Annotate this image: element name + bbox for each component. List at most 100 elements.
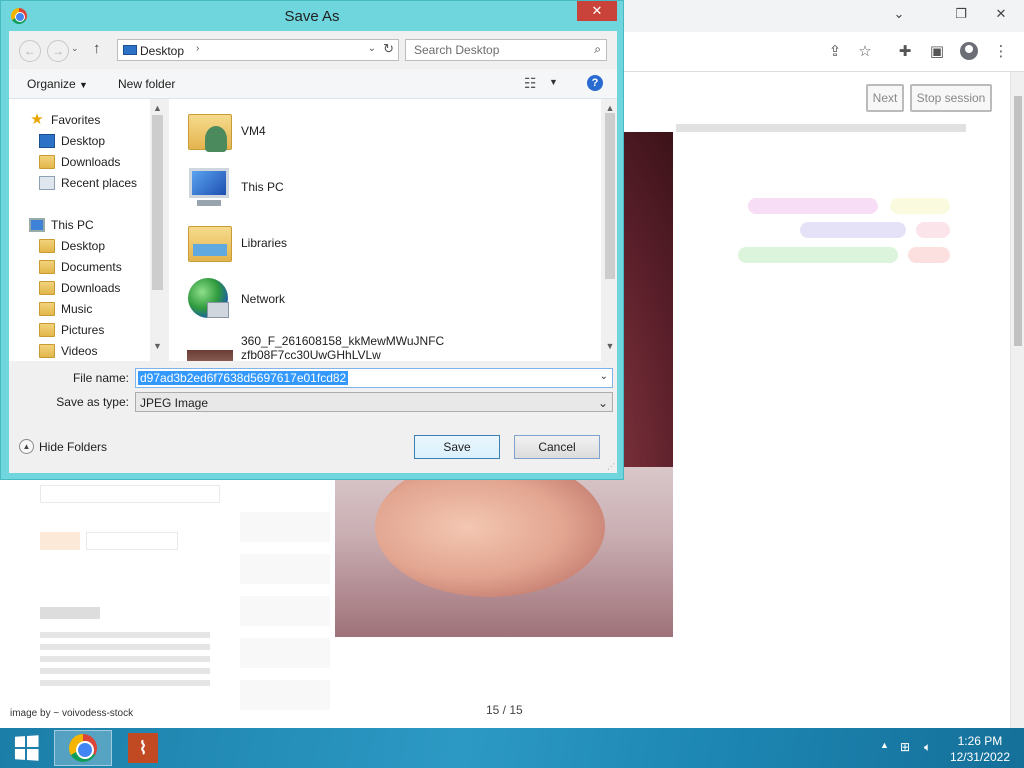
faded-tag bbox=[890, 198, 950, 214]
file-item-this-pc[interactable]: This PC bbox=[185, 160, 585, 214]
nav-item-recent-places[interactable]: Recent places bbox=[9, 172, 149, 193]
search-box[interactable]: ⌕ bbox=[405, 39, 607, 61]
back-arrow-icon[interactable]: ← bbox=[19, 40, 41, 62]
computer-icon bbox=[185, 164, 235, 210]
faded-input bbox=[40, 485, 220, 503]
command-bar: Organize ▼ New folder ☷ ▼ ? bbox=[9, 69, 617, 99]
search-icon[interactable]: ⌕ bbox=[594, 42, 601, 57]
nav-label: Music bbox=[61, 301, 93, 316]
nav-item-music[interactable]: Music bbox=[9, 298, 149, 319]
address-dropdown-icon[interactable]: ⌄ bbox=[368, 43, 376, 54]
faded-tag bbox=[738, 247, 898, 263]
type-dropdown-icon[interactable]: ⌄ bbox=[598, 396, 608, 410]
hide-folders-label: Hide Folders bbox=[39, 439, 108, 454]
faded-tag bbox=[800, 222, 906, 238]
file-item-network[interactable]: Network bbox=[185, 272, 585, 326]
close-window-icon[interactable]: ✕ bbox=[984, 0, 1018, 28]
nav-label: Desktop bbox=[61, 238, 106, 253]
taskbar-chrome[interactable] bbox=[54, 730, 112, 766]
faded-text-line bbox=[676, 124, 966, 132]
nav-item-pictures[interactable]: Pictures bbox=[9, 319, 149, 340]
next-button[interactable]: Next bbox=[866, 84, 904, 112]
address-row: ← → ⌄ ↑ Desktop › ⌄ ↻ ⌕ bbox=[9, 31, 617, 69]
faded-button bbox=[40, 532, 80, 550]
extensions-icon[interactable]: ✚ bbox=[892, 38, 918, 64]
scroll-up-icon[interactable]: ▲ bbox=[150, 101, 165, 115]
dialog-close-button[interactable]: ✕ bbox=[577, 1, 617, 21]
faded-button bbox=[86, 532, 178, 550]
forward-arrow-icon[interactable]: → bbox=[47, 40, 69, 62]
faded-menu bbox=[240, 512, 330, 712]
cancel-button[interactable]: Cancel bbox=[514, 435, 600, 459]
tab-list-chevron-icon[interactable]: ⌄ bbox=[882, 0, 916, 28]
star-icon: ★ bbox=[30, 110, 44, 128]
faded-paragraph bbox=[40, 632, 210, 692]
nav-item-this-pc[interactable]: This PC bbox=[9, 214, 149, 235]
nav-item-favorites[interactable]: ★ Favorites bbox=[9, 109, 149, 130]
organize-label: Organize bbox=[27, 77, 76, 91]
taskbar-app[interactable]: ⌇ bbox=[114, 730, 172, 766]
file-item-libraries[interactable]: Libraries bbox=[185, 216, 585, 270]
nav-label: Pictures bbox=[61, 322, 105, 337]
up-arrow-icon[interactable]: ↑ bbox=[93, 40, 101, 57]
nav-item-downloads[interactable]: Downloads bbox=[9, 151, 149, 172]
save-as-type-select[interactable]: JPEG Image ⌄ bbox=[135, 392, 613, 412]
address-bar[interactable]: Desktop › ⌄ ↻ bbox=[117, 39, 399, 61]
recent-locations-chevron-icon[interactable]: ⌄ bbox=[71, 43, 79, 54]
breadcrumb-chevron-icon[interactable]: › bbox=[196, 43, 199, 54]
dialog-titlebar[interactable]: Save As ✕ bbox=[1, 1, 623, 31]
folder-icon bbox=[39, 238, 55, 253]
dialog-body: ← → ⌄ ↑ Desktop › ⌄ ↻ ⌕ Organize ▼ New f… bbox=[9, 31, 617, 473]
nav-item-videos[interactable]: Videos bbox=[9, 340, 149, 361]
hide-folders-button[interactable]: ▲ Hide Folders bbox=[19, 439, 107, 454]
address-text: Desktop bbox=[140, 44, 185, 58]
nav-label: This PC bbox=[51, 217, 94, 232]
desktop-icon bbox=[39, 133, 55, 148]
nav-item-desktop[interactable]: Desktop bbox=[9, 130, 149, 151]
navigation-pane: ★ Favorites Desktop Downloads Recent plac… bbox=[9, 99, 165, 387]
clock[interactable]: 1:26 PM 12/31/2022 bbox=[950, 733, 1010, 765]
new-folder-button[interactable]: New folder bbox=[118, 77, 175, 91]
nav-item-documents[interactable]: Documents bbox=[9, 256, 149, 277]
scroll-down-icon[interactable]: ▼ bbox=[150, 339, 165, 353]
profile-avatar-icon[interactable] bbox=[956, 38, 982, 64]
faded-tag bbox=[916, 222, 950, 238]
menu-kebab-icon[interactable]: ⋮ bbox=[988, 38, 1014, 64]
nav-item-downloads[interactable]: Downloads bbox=[9, 277, 149, 298]
scrollbar-thumb[interactable] bbox=[605, 113, 615, 279]
file-list-scrollbar[interactable]: ▲ ▼ bbox=[603, 99, 617, 387]
slide-counter: 15 / 15 bbox=[486, 703, 523, 717]
scrollbar-thumb[interactable] bbox=[152, 115, 163, 290]
image-credit: image by ~ voivodess-stock bbox=[10, 708, 134, 719]
organize-menu[interactable]: Organize ▼ bbox=[27, 77, 88, 91]
share-icon[interactable]: ⇪ bbox=[822, 38, 848, 64]
file-name-field[interactable]: d97ad3b2ed6f7638d5697617e01fcd82 ⌄ bbox=[135, 368, 613, 388]
bookmark-star-icon[interactable]: ☆ bbox=[852, 38, 878, 64]
file-name-value[interactable]: d97ad3b2ed6f7638d5697617e01fcd82 bbox=[138, 371, 349, 385]
taskbar: ⌇ ▲ ⊞ 🔈︎ 1:26 PM 12/31/2022 bbox=[0, 728, 1024, 768]
page-scrollbar[interactable] bbox=[1010, 72, 1024, 728]
side-panel-icon[interactable]: ▣ bbox=[924, 38, 950, 64]
chrome-icon bbox=[69, 734, 97, 762]
start-button[interactable] bbox=[0, 728, 52, 768]
view-dropdown-icon[interactable]: ▼ bbox=[549, 77, 558, 87]
search-input[interactable] bbox=[412, 42, 580, 58]
scrollbar-thumb[interactable] bbox=[1014, 96, 1022, 346]
faded-tag bbox=[908, 247, 950, 263]
volume-icon[interactable]: 🔈︎ bbox=[924, 740, 931, 755]
restore-icon[interactable]: ❐ bbox=[944, 0, 978, 28]
scroll-down-icon[interactable]: ▼ bbox=[603, 339, 617, 353]
collapse-up-icon: ▲ bbox=[19, 439, 34, 454]
save-button[interactable]: Save bbox=[414, 435, 500, 459]
help-icon[interactable]: ? bbox=[587, 75, 603, 91]
view-options-icon[interactable]: ☷ bbox=[524, 75, 537, 92]
file-item-vm4[interactable]: VM4 bbox=[185, 104, 585, 158]
network-status-icon[interactable]: ⊞ bbox=[900, 740, 910, 754]
show-hidden-icons-icon[interactable]: ▲ bbox=[880, 740, 889, 750]
resize-grip-icon[interactable]: ⋰ bbox=[607, 462, 615, 471]
stop-session-button[interactable]: Stop session bbox=[910, 84, 992, 112]
refresh-icon[interactable]: ↻ bbox=[383, 41, 394, 57]
nav-item-desktop[interactable]: Desktop bbox=[9, 235, 149, 256]
file-name-dropdown-icon[interactable]: ⌄ bbox=[600, 371, 608, 382]
nav-pane-scrollbar[interactable]: ▲ ▼ bbox=[150, 99, 165, 387]
